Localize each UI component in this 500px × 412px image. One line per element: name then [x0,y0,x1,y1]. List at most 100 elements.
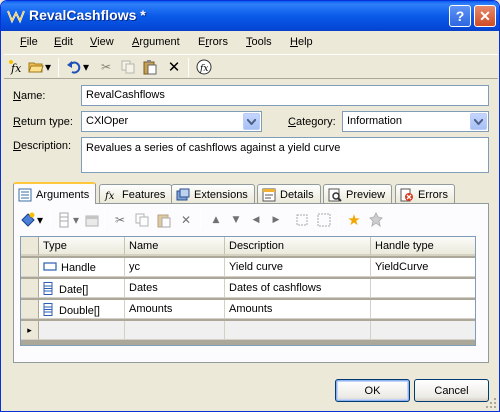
errors-icon [400,188,413,202]
row-header[interactable] [21,258,39,277]
description-cell[interactable]: Dates of cashflows [225,279,371,298]
handle-type-cell[interactable] [371,279,475,298]
add-argument-icon[interactable] [20,212,36,228]
menu-file[interactable]: File [20,36,38,48]
chevron-down-icon[interactable] [243,113,260,130]
name-field[interactable]: RevalCashflows [81,85,489,106]
table-row[interactable]: Handle yc Yield curve YieldCurve [21,258,475,277]
name-cell[interactable]: Amounts [125,300,225,319]
handle-type-cell[interactable] [371,300,475,319]
column-header-description[interactable]: Description [225,237,371,256]
settings-icon[interactable] [368,212,384,228]
chevron-down-icon[interactable] [470,113,487,130]
new-name-cell[interactable] [125,321,225,340]
delete-icon[interactable]: ✕ [166,58,182,76]
add-dropdown-icon[interactable]: ▾ [36,212,44,228]
star-icon[interactable]: ★ [346,211,362,229]
type-cell[interactable]: Handle [39,258,125,277]
move-right-icon[interactable]: ▶ [268,212,284,228]
function-icon: fx [104,191,115,202]
tab-features[interactable]: fx Features [99,184,173,203]
open-folder-icon[interactable] [28,59,44,75]
function-wizard-icon[interactable]: fx [196,59,212,75]
tab-label: Extensions [194,189,248,201]
collapse-icon[interactable] [316,212,332,228]
description-cell[interactable]: Yield curve [225,258,371,277]
column-header-type[interactable]: Type [39,237,125,256]
details-icon [262,188,276,202]
move-left-icon[interactable]: ◀ [248,212,264,228]
undo-dropdown-icon[interactable]: ▾ [82,59,90,75]
expand-icon[interactable] [294,212,310,228]
new-row-marker-icon: ▸ [21,321,39,340]
row-header[interactable] [21,300,39,319]
arguments-icon [18,188,32,202]
paste-icon[interactable] [142,59,158,75]
array-icon [43,282,53,295]
tab-extensions[interactable]: Extensions [171,184,255,203]
ok-button[interactable]: OK [335,379,410,402]
menu-edit[interactable]: Edit [54,36,73,48]
column-header-handle-type[interactable]: Handle type [371,237,475,256]
list-icon[interactable] [56,212,72,228]
type-cell[interactable]: Date[] [39,279,125,298]
copy-icon[interactable] [134,212,150,228]
arguments-panel: ▾ ▾ ✂ ✕ ▲ ▼ ◀ ▶ ★ Type Name Description … [13,203,489,363]
cut-icon[interactable]: ✂ [98,59,114,75]
properties-icon[interactable] [84,212,100,228]
arguments-toolbar: ▾ ▾ ✂ ✕ ▲ ▼ ◀ ▶ ★ [18,208,484,232]
handle-type-cell[interactable]: YieldCurve [371,258,475,277]
new-function-icon[interactable]: fx [8,59,24,75]
new-type-cell[interactable] [39,321,125,340]
dialog-window: RevalCashflows * ? ✕ File Edit View Argu… [0,0,500,412]
copy-icon[interactable] [120,59,136,75]
tab-label: Details [280,189,314,201]
type-cell[interactable]: Double[] [39,300,125,319]
tab-errors[interactable]: Errors [395,184,455,203]
new-row[interactable]: ▸ [21,321,475,340]
app-logo-icon [7,10,25,24]
list-dropdown-icon[interactable]: ▾ [72,212,80,228]
cancel-button[interactable]: Cancel [414,379,489,402]
move-up-icon[interactable]: ▲ [208,212,224,228]
new-handle-type-cell[interactable] [371,321,475,340]
handle-icon [43,262,57,271]
tab-preview[interactable]: Preview [323,184,393,203]
toolbar-separator [200,210,201,229]
new-description-cell[interactable] [225,321,371,340]
svg-text:fx: fx [104,191,115,202]
description-cell[interactable]: Amounts [225,300,371,319]
return-type-select[interactable]: CXlOper [81,111,262,132]
menu-help[interactable]: Help [290,36,313,48]
category-select[interactable]: Information [342,111,489,132]
help-icon[interactable]: ? [449,5,471,27]
title-bar[interactable]: RevalCashflows * ? ✕ [1,1,499,31]
paste-icon[interactable] [156,212,172,228]
menu-view[interactable]: View [90,36,114,48]
row-header[interactable] [21,279,39,298]
main-toolbar: fx ▾ ▾ ✂ ✕ fx [4,54,498,79]
name-cell[interactable]: yc [125,258,225,277]
row-header-corner [21,237,39,256]
cut-icon[interactable]: ✂ [112,212,128,228]
toolbar-separator [104,210,105,229]
resize-grip-icon[interactable] [485,397,497,409]
tab-arguments[interactable]: Arguments [13,182,97,204]
toolbar-separator [338,210,339,229]
menu-argument[interactable]: Argument [132,36,180,48]
table-row[interactable]: Double[] Amounts Amounts [21,300,475,319]
menu-errors[interactable]: Errors [198,36,228,48]
undo-icon[interactable] [66,59,82,75]
tab-details[interactable]: Details [257,184,321,203]
open-dropdown-icon[interactable]: ▾ [44,59,52,75]
description-field[interactable]: Revalues a series of cashflows against a… [81,137,489,173]
name-cell[interactable]: Dates [125,279,225,298]
delete-icon[interactable]: ✕ [178,212,194,228]
menu-bar: File Edit View Argument Errors Tools Hel… [4,32,498,52]
column-header-name[interactable]: Name [125,237,225,256]
return-type-label: Return type: [13,116,73,128]
table-row[interactable]: Date[] Dates Dates of cashflows [21,279,475,298]
move-down-icon[interactable]: ▼ [228,212,244,228]
close-icon[interactable]: ✕ [474,5,496,27]
menu-tools[interactable]: Tools [246,36,272,48]
